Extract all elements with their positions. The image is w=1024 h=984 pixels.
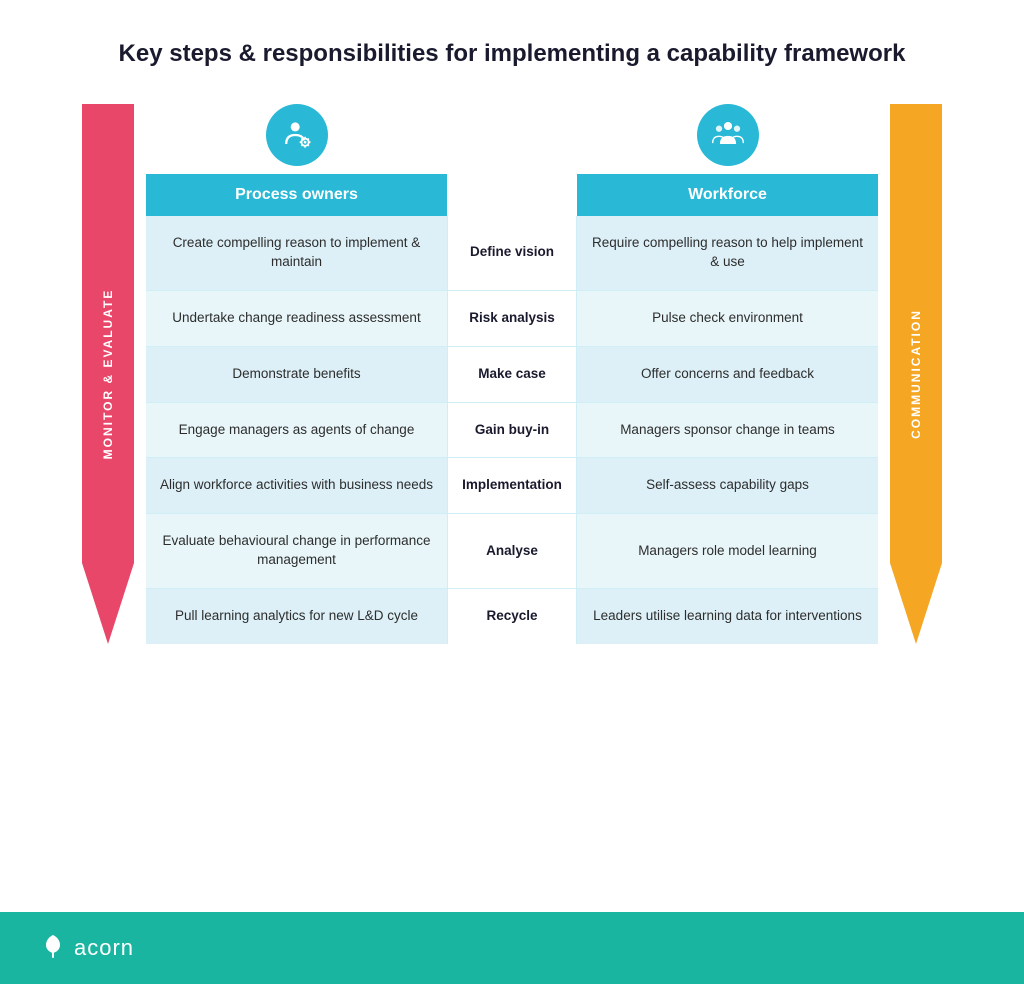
middle-cell-2: Make case (447, 347, 577, 402)
main-content: Key steps & responsibilities for impleme… (0, 0, 1024, 912)
diagram-area: MONITOR & EVALUATE (82, 104, 942, 644)
monitor-evaluate-arrow: MONITOR & EVALUATE (82, 104, 134, 644)
arrow-pink-bg: MONITOR & EVALUATE (82, 104, 134, 644)
framework-table: Process owners Workforce Create compelli… (146, 104, 878, 644)
table-row: Evaluate behavioural change in performan… (146, 514, 878, 589)
right-cell-1: Pulse check environment (577, 291, 878, 346)
left-arrow-label: MONITOR & EVALUATE (101, 289, 115, 460)
table-row: Undertake change readiness assessment Ri… (146, 291, 878, 347)
acorn-logo-icon (40, 932, 66, 964)
middle-cell-6: Recycle (447, 589, 577, 644)
left-cell-4: Align workforce activities with business… (146, 458, 447, 513)
middle-cell-4: Implementation (447, 458, 577, 513)
process-owner-icon-cell (146, 104, 447, 174)
table-row: Pull learning analytics for new L&D cycl… (146, 589, 878, 644)
workforce-icon (710, 117, 746, 153)
workforce-icon-cell (577, 104, 878, 174)
right-cell-3: Managers sponsor change in teams (577, 403, 878, 458)
header-row: Process owners Workforce (146, 174, 878, 216)
process-owner-header: Process owners (146, 174, 447, 216)
arrow-orange-bg: COMMUNICATION (890, 104, 942, 644)
left-cell-5: Evaluate behavioural change in performan… (146, 514, 447, 588)
table-row: Engage managers as agents of change Gain… (146, 403, 878, 459)
footer-logo-text: acorn (74, 935, 134, 961)
left-cell-2: Demonstrate benefits (146, 347, 447, 402)
table-row: Align workforce activities with business… (146, 458, 878, 514)
communication-arrow: COMMUNICATION (890, 104, 942, 644)
middle-cell-5: Analyse (447, 514, 577, 588)
workforce-icon-circle (697, 104, 759, 166)
middle-cell-0: Define vision (447, 216, 577, 290)
right-cell-2: Offer concerns and feedback (577, 347, 878, 402)
table-row: Demonstrate benefits Make case Offer con… (146, 347, 878, 403)
footer: acorn (0, 912, 1024, 984)
icon-row (146, 104, 878, 174)
left-cell-0: Create compelling reason to implement & … (146, 216, 447, 290)
right-cell-5: Managers role model learning (577, 514, 878, 588)
left-cell-1: Undertake change readiness assessment (146, 291, 447, 346)
right-arrow-label: COMMUNICATION (909, 309, 923, 439)
left-cell-3: Engage managers as agents of change (146, 403, 447, 458)
middle-cell-1: Risk analysis (447, 291, 577, 346)
middle-header (447, 174, 577, 216)
process-owner-icon-circle (266, 104, 328, 166)
middle-icon-spacer (447, 104, 577, 174)
right-cell-0: Require compelling reason to help implem… (577, 216, 878, 290)
right-cell-6: Leaders utilise learning data for interv… (577, 589, 878, 644)
footer-logo: acorn (40, 932, 134, 964)
workforce-header: Workforce (577, 174, 878, 216)
process-owner-icon (279, 117, 315, 153)
table-row: Create compelling reason to implement & … (146, 216, 878, 291)
left-cell-6: Pull learning analytics for new L&D cycl… (146, 589, 447, 644)
middle-cell-3: Gain buy-in (447, 403, 577, 458)
right-cell-4: Self-assess capability gaps (577, 458, 878, 513)
acorn-leaf-icon (40, 932, 66, 958)
page-title: Key steps & responsibilities for impleme… (119, 40, 906, 68)
